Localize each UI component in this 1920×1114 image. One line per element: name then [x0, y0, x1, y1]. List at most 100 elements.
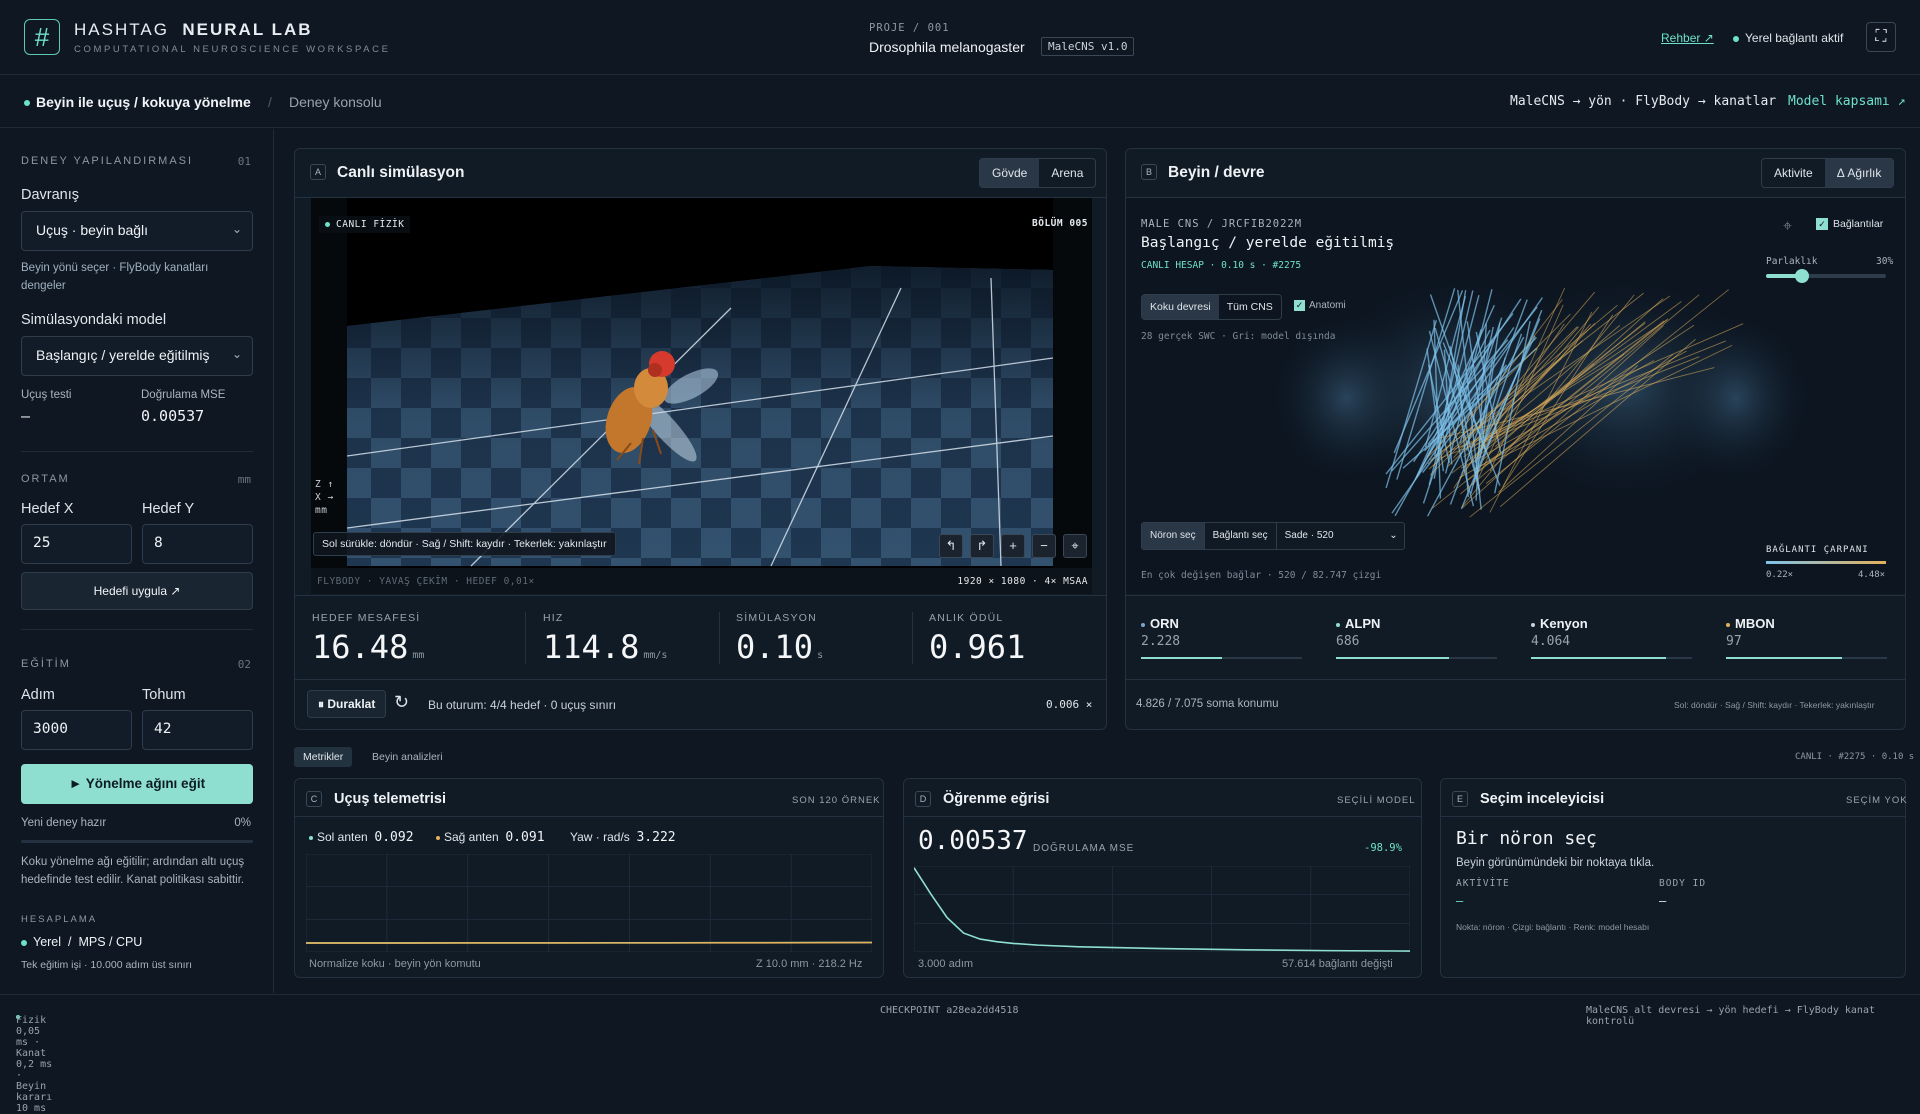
right-antenna-label: Sağ anten: [444, 830, 499, 844]
stat-speed-value: 114.8: [543, 628, 639, 666]
pick-neuron-button[interactable]: Nöron seç: [1142, 523, 1204, 549]
brand-subtitle: COMPUTATIONAL NEUROSCIENCE WORKSPACE: [74, 44, 391, 55]
target-y-input[interactable]: 8: [142, 524, 253, 564]
legend-dot-icon: [1531, 623, 1535, 627]
stat-reward-label: ANLIK ÖDÜL: [929, 612, 1003, 624]
project-name: Drosophila melanogaster: [869, 39, 1025, 55]
model-select[interactable]: Başlangıç / yerelde eğitilmiş⌄: [21, 336, 253, 376]
right-antenna-value: 0.091: [505, 830, 544, 845]
neuron-group-count: 4.064: [1531, 634, 1570, 649]
environment-unit: mm: [238, 473, 251, 486]
reset-icon[interactable]: ↻: [394, 692, 409, 713]
mse-value: 0.00537: [141, 407, 204, 425]
learning-chart: [914, 866, 1410, 952]
rotate-right-icon[interactable]: ↱: [970, 534, 994, 558]
divider: [295, 595, 1106, 596]
viewport-footer: FLYBODY · YAVAŞ ÇEKİM · HEDEF 0,01× 1920…: [311, 568, 1092, 594]
model-scope-link[interactable]: Model kapsamı ↗: [1788, 94, 1905, 109]
tab-brain-analysis[interactable]: Beyin analizleri: [372, 751, 443, 763]
pause-button[interactable]: ⏸ Duraklat: [307, 690, 386, 718]
neuron-group-bar: [1336, 657, 1497, 659]
tab-weight[interactable]: Δ Ağırlık: [1825, 159, 1894, 187]
train-button[interactable]: ► Yönelme ağını eğit: [21, 764, 253, 804]
brand-main: NEURAL LAB: [182, 20, 312, 39]
brand-prefix: HASHTAG: [74, 20, 169, 39]
tab-metrics[interactable]: Metrikler: [294, 747, 352, 767]
neuron-group-mbon[interactable]: MBON: [1726, 616, 1775, 631]
status-footer: Fizik 0,05 ms · Kanat 0,2 ms · Beyin kar…: [0, 994, 1920, 1024]
legend-dot-icon: [1726, 623, 1730, 627]
recenter-icon[interactable]: ⌖: [1063, 534, 1087, 558]
steps-input[interactable]: 3000: [21, 710, 132, 750]
episode-label: BÖLÜM 005: [1032, 218, 1088, 229]
breadcrumb-parent[interactable]: Deney konsolu: [289, 94, 382, 110]
checkpoint-id: CHECKPOINT a28ea2dd4518: [880, 1005, 1018, 1016]
density-select[interactable]: Sade · 520⌄: [1276, 523, 1404, 549]
seed-input[interactable]: 42: [142, 710, 253, 750]
model-label: Simülasyondaki model: [21, 312, 166, 328]
inspector-legend: Nokta: nöron · Çizgi: bağlantı · Renk: m…: [1456, 922, 1649, 932]
zoom-in-icon[interactable]: +: [1001, 534, 1025, 558]
pipeline-summary: MaleCNS → yön · FlyBody → kanatlar: [1510, 94, 1776, 109]
tab-all-cns[interactable]: Tüm CNS: [1219, 295, 1281, 319]
telemetry-footer-right: Z 10.0 mm · 218.2 Hz: [756, 958, 862, 970]
anatomy-toggle[interactable]: ✓Anatomi: [1294, 300, 1346, 311]
legend-dot-icon: [309, 836, 313, 840]
yaw-rate: Yaw · rad/s 3.222: [570, 830, 676, 845]
panel-tag: B: [1141, 164, 1157, 180]
learning-scope: SEÇİLİ MODEL: [1337, 795, 1416, 806]
training-section-title: EĞİTİM: [21, 658, 71, 670]
rotate-left-icon[interactable]: ↰: [939, 534, 963, 558]
neuron-group-bar-fill: [1336, 657, 1449, 659]
tab-olfactory[interactable]: Koku devresi: [1142, 295, 1219, 319]
config-section-title: DENEY YAPILANDIRMASI: [21, 155, 193, 167]
connections-toggle[interactable]: ✓Bağlantılar: [1816, 218, 1883, 230]
divider: [1441, 816, 1905, 817]
yaw-value: 3.222: [636, 830, 675, 845]
telemetry-window: SON 120 ÖRNEK: [792, 795, 881, 806]
crosshair-icon[interactable]: ⌖: [1783, 218, 1792, 236]
left-antenna-value: 0.092: [374, 830, 413, 845]
slider-handle[interactable]: [1795, 269, 1809, 283]
compute-section-title: HESAPLAMA: [21, 914, 97, 925]
simulation-viewport[interactable]: CANLI FİZİK BÖLÜM 005 Z ↑ X → mm Sol sür…: [311, 198, 1092, 594]
viewport-hint: Sol sürükle: döndür · Sağ / Shift: kaydı…: [313, 532, 616, 556]
tab-body[interactable]: Gövde: [980, 159, 1039, 187]
live-physics-badge: CANLI FİZİK: [319, 216, 410, 233]
tab-arena[interactable]: Arena: [1039, 159, 1095, 187]
stat-reward: 0.961: [929, 628, 1025, 666]
behavior-select[interactable]: Uçuş · beyin bağlı⌄: [21, 211, 253, 251]
compute-note: Tek eğitim işi · 10.000 adım üst sınırı: [21, 959, 192, 971]
neuron-group-name: MBON: [1735, 616, 1775, 631]
learning-footer-right: 57.614 bağlantı değişti: [1282, 958, 1393, 970]
config-section-number: 01: [238, 155, 251, 168]
fullscreen-icon[interactable]: ⛶: [1866, 22, 1896, 52]
playback-speed[interactable]: 0.006 ×: [1046, 698, 1092, 711]
panel-tag: D: [915, 791, 931, 807]
neuron-group-kenyon[interactable]: Kenyon: [1531, 616, 1588, 631]
zoom-out-icon[interactable]: −: [1032, 534, 1056, 558]
neuron-group-bar: [1726, 657, 1887, 659]
brain-viewport[interactable]: MALE CNS / JRCFIB2022M Başlangıç / yerel…: [1126, 198, 1905, 594]
neuron-group-orn[interactable]: ORN: [1141, 616, 1179, 631]
guide-link[interactable]: Rehber ↗: [1661, 31, 1714, 45]
checkbox-icon: ✓: [1816, 218, 1828, 230]
neuron-group-alpn[interactable]: ALPN: [1336, 616, 1380, 631]
learning-footer-left: 3.000 adım: [918, 958, 973, 970]
panel-tag: A: [310, 164, 326, 180]
top-changed-note: En çok değişen bağlar · 520 / 82.747 çiz…: [1141, 570, 1381, 581]
pick-link-button[interactable]: Bağlantı seç: [1204, 523, 1276, 549]
tab-activity[interactable]: Aktivite: [1762, 159, 1825, 187]
steps-label: Adım: [21, 687, 55, 703]
status-dot-icon: [21, 940, 27, 946]
target-x-input[interactable]: 25: [21, 524, 132, 564]
brightness-slider[interactable]: [1766, 274, 1886, 278]
project-label: PROJE / 001: [869, 22, 950, 34]
behavior-note: Beyin yönü seçer · FlyBody kanatları den…: [21, 259, 221, 295]
divider: [525, 612, 526, 664]
stat-speed: 114.8mm/s: [543, 628, 667, 666]
environment-section-title: ORTAM: [21, 473, 70, 485]
apply-target-button[interactable]: Hedefi uygula ↗: [21, 572, 253, 610]
training-progress-bar: [21, 840, 253, 843]
chevron-down-icon: ⌄: [232, 347, 242, 361]
